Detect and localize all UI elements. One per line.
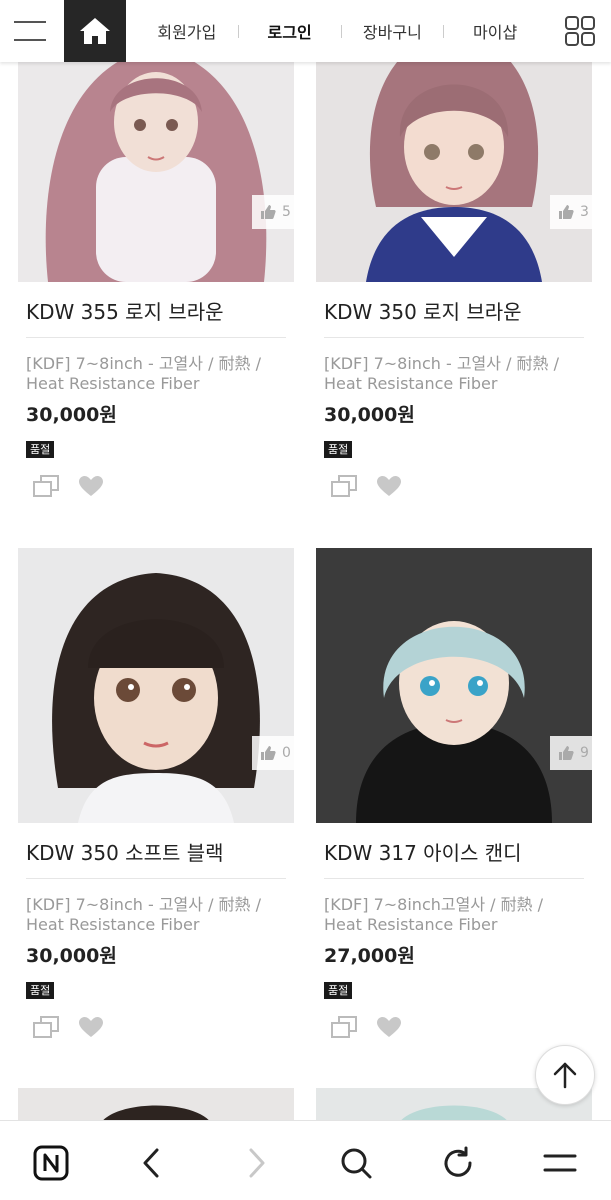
like-count: 0 xyxy=(282,745,291,761)
divider xyxy=(26,337,286,338)
cart-link[interactable]: 장바구니 xyxy=(342,19,444,43)
arrow-up-icon xyxy=(553,1062,577,1089)
search-button[interactable] xyxy=(334,1141,378,1185)
soldout-badge: 품절 xyxy=(324,441,353,458)
divider xyxy=(26,878,286,879)
reload-icon xyxy=(444,1146,472,1177)
thumbs-up-icon xyxy=(261,205,276,219)
compare-icon[interactable] xyxy=(32,474,60,498)
menu-button[interactable] xyxy=(538,1141,582,1185)
like-count-badge: 9 xyxy=(550,736,592,770)
product-image[interactable]: 0 xyxy=(18,548,294,823)
product-description: [KDF] 7~8inch - 고열사 / 耐熱 / Heat Resistan… xyxy=(26,354,262,393)
product-title[interactable]: KDW 355 로지 브라운 xyxy=(26,296,224,325)
soldout-badge: 품절 xyxy=(26,982,55,999)
heart-icon[interactable] xyxy=(376,475,402,497)
back-button[interactable] xyxy=(130,1141,174,1185)
like-count: 5 xyxy=(282,204,291,220)
like-count: 9 xyxy=(580,745,589,761)
login-link[interactable]: 로그인 xyxy=(239,19,341,43)
compare-icon[interactable] xyxy=(32,1015,60,1039)
divider xyxy=(324,337,584,338)
soldout-badge: 품절 xyxy=(324,982,353,999)
product-description: [KDF] 7~8inch - 고열사 / 耐熱 / Heat Resistan… xyxy=(26,895,262,934)
product-price: 30,000원 xyxy=(26,404,117,426)
divider xyxy=(324,878,584,879)
like-count: 3 xyxy=(580,204,589,220)
product-title[interactable]: KDW 350 소프트 블랙 xyxy=(26,837,224,866)
chevron-right-icon xyxy=(249,1148,265,1178)
heart-icon[interactable] xyxy=(78,475,104,497)
search-icon xyxy=(341,1148,372,1179)
product-price: 30,000원 xyxy=(26,945,117,967)
forward-button[interactable] xyxy=(234,1141,278,1185)
product-actions xyxy=(330,1015,410,1039)
product-title[interactable]: KDW 350 로지 브라운 xyxy=(324,296,522,325)
product-image[interactable]: 9 xyxy=(316,548,592,823)
product-price: 30,000원 xyxy=(324,404,415,426)
scroll-to-top-button[interactable] xyxy=(535,1045,595,1105)
naver-logo-icon xyxy=(33,1145,69,1181)
home-button[interactable] xyxy=(64,0,126,62)
top-header: 회원가입 로그인 장바구니 마이샵 xyxy=(0,0,611,62)
product-actions xyxy=(32,1015,112,1039)
browser-toolbar xyxy=(0,1120,611,1200)
myshop-link[interactable]: 마이샵 xyxy=(444,19,546,43)
like-count-badge: 0 xyxy=(252,736,294,770)
product-price: 27,000원 xyxy=(324,945,415,967)
heart-icon[interactable] xyxy=(376,1016,402,1038)
product-actions xyxy=(32,474,112,498)
thumbs-up-icon xyxy=(559,746,574,760)
hamburger-menu-icon[interactable] xyxy=(14,19,48,43)
thumbs-up-icon xyxy=(559,205,574,219)
grid-menu-icon[interactable] xyxy=(563,14,597,48)
menu-icon xyxy=(543,1154,577,1172)
like-count-badge: 3 xyxy=(550,195,592,229)
compare-icon[interactable] xyxy=(330,474,358,498)
reload-button[interactable] xyxy=(436,1141,480,1185)
soldout-badge: 품절 xyxy=(26,441,55,458)
naver-home-button[interactable] xyxy=(29,1141,73,1185)
product-actions xyxy=(330,474,410,498)
heart-icon[interactable] xyxy=(78,1016,104,1038)
product-description: [KDF] 7~8inch - 고열사 / 耐熱 / Heat Resistan… xyxy=(324,354,560,393)
home-icon xyxy=(80,18,110,44)
chevron-left-icon xyxy=(143,1148,159,1178)
top-nav: 회원가입 로그인 장바구니 마이샵 xyxy=(136,0,546,62)
like-count-badge: 5 xyxy=(252,195,294,229)
product-description: [KDF] 7~8inch고열사 / 耐熱 / Heat Resistance … xyxy=(324,895,544,934)
compare-icon[interactable] xyxy=(330,1015,358,1039)
signup-link[interactable]: 회원가입 xyxy=(136,19,238,43)
thumbs-up-icon xyxy=(261,746,276,760)
product-title[interactable]: KDW 317 아이스 캔디 xyxy=(324,837,522,866)
